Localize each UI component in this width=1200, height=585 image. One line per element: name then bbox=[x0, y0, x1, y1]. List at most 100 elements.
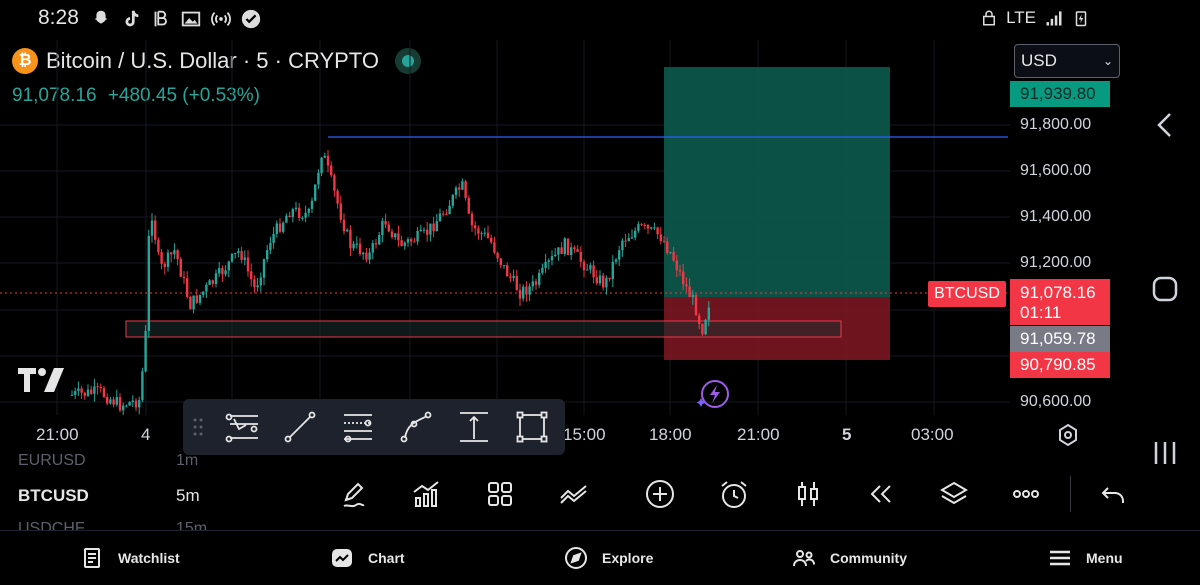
candle-body bbox=[656, 227, 659, 235]
candle-body bbox=[403, 242, 406, 246]
candle-body bbox=[451, 194, 454, 206]
candle-body bbox=[304, 212, 307, 218]
selected-interval[interactable]: 5m bbox=[176, 486, 200, 506]
candle-body bbox=[621, 240, 624, 251]
more-options-icon[interactable] bbox=[1008, 476, 1044, 512]
selected-symbol[interactable]: BTCUSD bbox=[18, 486, 89, 506]
candle-body bbox=[659, 234, 662, 242]
candle-body bbox=[205, 284, 208, 292]
candle-body bbox=[512, 275, 515, 278]
nav-chart[interactable]: Chart bbox=[330, 546, 405, 570]
candle-body bbox=[285, 215, 288, 223]
candle-body bbox=[166, 252, 170, 267]
support-zone-rectangle[interactable] bbox=[125, 320, 842, 338]
candle-body bbox=[275, 223, 278, 234]
indicators-icon[interactable] bbox=[408, 476, 444, 512]
candle-body bbox=[618, 250, 621, 260]
candle-body bbox=[467, 198, 470, 214]
candle-body bbox=[134, 400, 138, 408]
current-price-label: 91,078.16 01:11 bbox=[1010, 279, 1110, 325]
candle-body bbox=[589, 265, 592, 270]
candle-body bbox=[128, 401, 131, 406]
pitchfork-tool-icon[interactable] bbox=[213, 407, 271, 447]
android-recents-icon[interactable] bbox=[1150, 438, 1180, 473]
android-home-icon[interactable] bbox=[1150, 274, 1180, 309]
nav-explore[interactable]: Explore bbox=[564, 546, 653, 570]
currency-select[interactable]: USD ⌄ bbox=[1014, 44, 1120, 78]
replay-rewind-icon[interactable] bbox=[862, 476, 898, 512]
candle-body bbox=[144, 330, 147, 372]
candle-body bbox=[336, 190, 339, 204]
time-label: 4 bbox=[141, 425, 151, 444]
nav-community[interactable]: Community bbox=[792, 546, 907, 570]
candle-body bbox=[454, 187, 458, 195]
drag-handle-icon[interactable] bbox=[183, 417, 213, 437]
curve-tool-icon[interactable] bbox=[387, 407, 445, 447]
candle-body bbox=[630, 237, 634, 239]
candle-body bbox=[70, 394, 74, 396]
tiktok-icon bbox=[125, 10, 139, 27]
candle-body bbox=[288, 215, 291, 218]
candle-body bbox=[691, 294, 694, 298]
candle-body bbox=[550, 256, 554, 261]
candle-body bbox=[477, 228, 480, 234]
bitcoin-notification-icon bbox=[154, 10, 167, 27]
candle-body bbox=[307, 208, 310, 213]
layers-icon[interactable] bbox=[936, 476, 972, 512]
nav-menu[interactable]: Menu bbox=[1048, 546, 1123, 570]
price-range-tool-icon[interactable] bbox=[445, 407, 503, 447]
candle-body bbox=[531, 281, 534, 287]
price-scale-label: 91,600.00 bbox=[1020, 162, 1092, 179]
candle-body bbox=[448, 205, 451, 215]
candle-body bbox=[90, 389, 93, 394]
tradingview-logo-icon[interactable] bbox=[18, 368, 66, 392]
candle-type-icon[interactable] bbox=[790, 476, 826, 512]
price-scale-label: 91,200.00 bbox=[1020, 254, 1092, 271]
undo-icon[interactable] bbox=[1096, 476, 1132, 512]
candle-body bbox=[390, 231, 394, 238]
android-back-icon[interactable] bbox=[1150, 110, 1180, 145]
candle-body bbox=[186, 278, 189, 297]
target-price-label: 91,939.80 bbox=[1010, 81, 1110, 107]
toolbar-divider bbox=[1070, 476, 1071, 512]
candle-body bbox=[157, 239, 160, 253]
drawing-pen-icon[interactable] bbox=[336, 476, 372, 512]
candle-body bbox=[560, 247, 563, 255]
compare-icon[interactable] bbox=[556, 476, 592, 512]
candle-body bbox=[102, 388, 106, 398]
alarm-clock-icon[interactable] bbox=[716, 476, 752, 512]
candle-body bbox=[541, 267, 544, 273]
rectangle-tool-icon[interactable] bbox=[503, 407, 561, 447]
candle-body bbox=[470, 213, 474, 226]
chart-settings-icon[interactable] bbox=[1055, 422, 1081, 453]
candle-body bbox=[80, 388, 83, 393]
watchlist-symbol-prev[interactable]: EURUSD bbox=[18, 452, 86, 470]
layout-grid-icon[interactable] bbox=[482, 476, 518, 512]
price-scale-label: 91,400.00 bbox=[1020, 208, 1092, 225]
candle-body bbox=[250, 271, 253, 280]
candle-body bbox=[368, 252, 371, 260]
candle-body bbox=[278, 223, 282, 232]
candle-body bbox=[125, 405, 128, 407]
nav-watchlist[interactable]: Watchlist bbox=[80, 546, 180, 570]
candle-body bbox=[432, 223, 435, 232]
fib-retracement-tool-icon[interactable] bbox=[329, 407, 387, 447]
long-position-profit-zone[interactable] bbox=[664, 67, 890, 297]
candle-body bbox=[682, 271, 685, 285]
candle-body bbox=[438, 213, 442, 222]
snapchat-icon bbox=[94, 10, 108, 24]
candle-body bbox=[342, 219, 346, 232]
candle-body bbox=[170, 252, 173, 255]
watchlist-interval-prev[interactable]: 1m bbox=[176, 452, 198, 470]
entry-price-label: 91,059.78 bbox=[1010, 326, 1110, 352]
time-label: 21:00 bbox=[737, 425, 780, 444]
candle-body bbox=[576, 249, 579, 252]
quick-trade-icon[interactable] bbox=[696, 378, 729, 410]
candle-body bbox=[608, 277, 611, 280]
candle-body bbox=[160, 252, 163, 264]
time-label: 18:00 bbox=[649, 425, 692, 444]
candlestick-chart[interactable] bbox=[0, 40, 1010, 415]
trend-line-tool-icon[interactable] bbox=[271, 407, 329, 447]
add-plus-icon[interactable] bbox=[642, 476, 678, 512]
candle-body bbox=[349, 229, 352, 249]
